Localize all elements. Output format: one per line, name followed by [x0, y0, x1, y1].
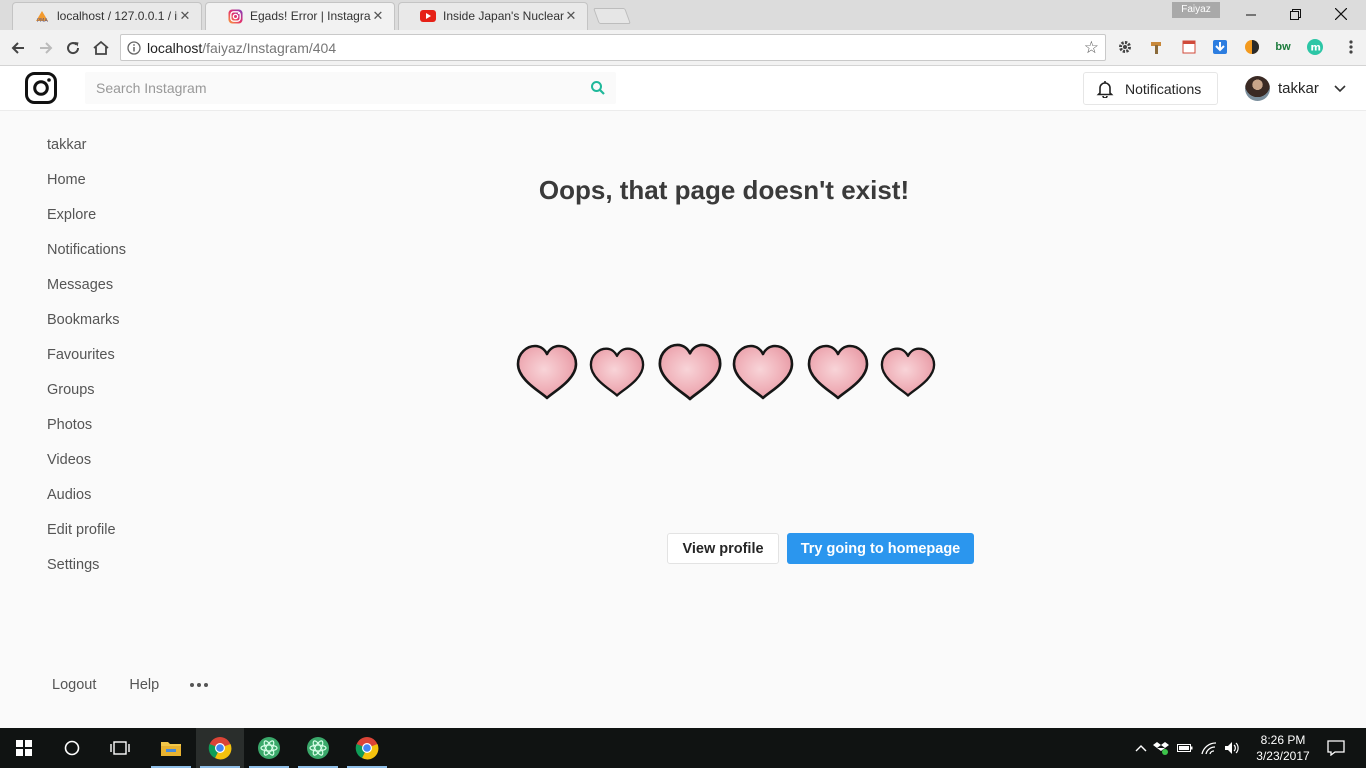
heart-icon [880, 347, 936, 397]
gear-icon[interactable] [1116, 38, 1134, 56]
browser-toolbar: localhost/faiyaz/Instagram/404 ☆ bw m [0, 30, 1366, 66]
sidebar-item-notifications[interactable]: Notifications [47, 240, 126, 275]
site-header: Notifications takkar [0, 66, 1366, 111]
sidebar-item-edit-profile[interactable]: Edit profile [47, 520, 126, 555]
extension-card-icon[interactable] [1180, 38, 1198, 56]
search-input[interactable] [85, 80, 575, 96]
close-window-icon[interactable] [1318, 0, 1364, 28]
sidebar-item-videos[interactable]: Videos [47, 450, 126, 485]
svg-text:PMA: PMA [37, 18, 48, 23]
instagram-logo-icon[interactable] [25, 72, 57, 104]
volume-icon[interactable] [1221, 741, 1243, 755]
chevron-up-icon[interactable] [1133, 744, 1149, 752]
heart-icon [732, 344, 794, 400]
username: takkar [1278, 79, 1319, 97]
back-icon[interactable] [6, 36, 30, 60]
heart-icon [658, 343, 722, 401]
heart-icon [807, 344, 869, 400]
download-icon[interactable] [1211, 38, 1229, 56]
sidebar-item-favourites[interactable]: Favourites [47, 345, 126, 380]
new-tab-button[interactable] [593, 8, 631, 24]
action-center-icon[interactable] [1312, 728, 1360, 768]
cortana-icon[interactable] [48, 728, 96, 768]
close-icon[interactable]: ✕ [564, 8, 578, 24]
close-icon[interactable]: ✕ [178, 8, 192, 24]
battery-icon[interactable] [1173, 743, 1197, 753]
bell-icon [1096, 80, 1114, 99]
taskbar-clock[interactable]: 8:26 PM 3/23/2017 [1250, 732, 1316, 764]
extension-bw-icon[interactable]: bw [1274, 38, 1292, 56]
phpmyadmin-icon: PMA [34, 8, 50, 24]
tab-instagram-error[interactable]: Egads! Error | Instagram ✕ [205, 2, 395, 30]
view-profile-button[interactable]: View profile [667, 533, 779, 564]
instagram-icon [227, 8, 243, 24]
homepage-button[interactable]: Try going to homepage [787, 533, 974, 564]
avatar [1245, 75, 1270, 101]
sidebar-item-photos[interactable]: Photos [47, 415, 126, 450]
close-icon[interactable]: ✕ [371, 8, 385, 24]
atom-icon[interactable] [245, 728, 293, 768]
sidebar-item-profile[interactable]: takkar [47, 135, 126, 170]
hearts-illustration [514, 342, 938, 404]
windows-start-icon[interactable] [0, 728, 48, 768]
clock-time: 8:26 PM [1260, 733, 1306, 747]
search-box [85, 72, 616, 104]
tab-title: Egads! Error | Instagram [250, 9, 371, 23]
tab-title: localhost / 127.0.0.1 / ins [57, 9, 178, 23]
more-dots-icon[interactable] [190, 683, 209, 687]
sidebar-item-audios[interactable]: Audios [47, 485, 126, 520]
sidebar-item-bookmarks[interactable]: Bookmarks [47, 310, 126, 345]
clock-date: 3/23/2017 [1256, 749, 1310, 763]
notifications-label: Notifications [1125, 80, 1202, 97]
extension-circle-icon[interactable] [1243, 38, 1261, 56]
extension-m-icon[interactable]: m [1306, 38, 1324, 56]
chrome-taskbar-icon[interactable] [196, 728, 244, 768]
help-link[interactable]: Help [129, 677, 159, 693]
tab-youtube[interactable]: Inside Japan's Nuclear M ✕ [398, 2, 588, 30]
sidebar-item-explore[interactable]: Explore [47, 205, 126, 240]
sidebar-footer: Logout Help [52, 677, 241, 693]
task-view-icon[interactable] [96, 728, 144, 768]
info-icon[interactable] [121, 40, 147, 55]
system-tray [1133, 728, 1243, 768]
restore-icon[interactable] [1272, 0, 1318, 28]
browser-titlebar: PMA localhost / 127.0.0.1 / ins ✕ Egads!… [0, 0, 1366, 30]
more-menu-icon[interactable] [1342, 38, 1360, 56]
reload-icon[interactable] [61, 36, 85, 60]
notifications-button[interactable]: Notifications [1083, 72, 1218, 105]
page-title: Oops, that page doesn't exist! [538, 175, 910, 205]
logout-link[interactable]: Logout [52, 677, 96, 693]
dropbox-icon[interactable] [1149, 741, 1173, 755]
sidebar-item-settings[interactable]: Settings [47, 555, 126, 590]
heart-icon [589, 347, 645, 397]
youtube-icon [420, 8, 436, 24]
sidebar-item-messages[interactable]: Messages [47, 275, 126, 310]
bookmark-star-icon[interactable]: ☆ [1084, 38, 1099, 58]
file-explorer-icon[interactable] [147, 728, 195, 768]
address-bar[interactable]: localhost/faiyaz/Instagram/404 ☆ [120, 34, 1106, 61]
search-icon[interactable] [590, 80, 606, 96]
url-host: localhost [147, 39, 203, 56]
tab-title: Inside Japan's Nuclear M [443, 9, 564, 23]
browser-profile-name[interactable]: Faiyaz [1172, 2, 1220, 18]
forward-icon[interactable] [34, 36, 58, 60]
heart-icon [516, 344, 578, 400]
windows-taskbar: 8:26 PM 3/23/2017 [0, 728, 1366, 768]
chrome-taskbar-icon[interactable] [343, 728, 391, 768]
home-icon[interactable] [89, 36, 113, 60]
sidebar-item-groups[interactable]: Groups [47, 380, 126, 415]
user-menu[interactable]: takkar [1245, 75, 1347, 101]
svg-text:m: m [1311, 43, 1321, 54]
tab-phpmyadmin[interactable]: PMA localhost / 127.0.0.1 / ins ✕ [12, 2, 202, 30]
atom-icon[interactable] [294, 728, 342, 768]
chevron-down-icon[interactable] [1333, 81, 1347, 95]
extension-hammer-icon[interactable] [1148, 38, 1166, 56]
wifi-icon[interactable] [1197, 741, 1221, 755]
url-path: /faiyaz/Instagram/404 [202, 39, 337, 56]
minimize-icon[interactable] [1228, 0, 1274, 28]
